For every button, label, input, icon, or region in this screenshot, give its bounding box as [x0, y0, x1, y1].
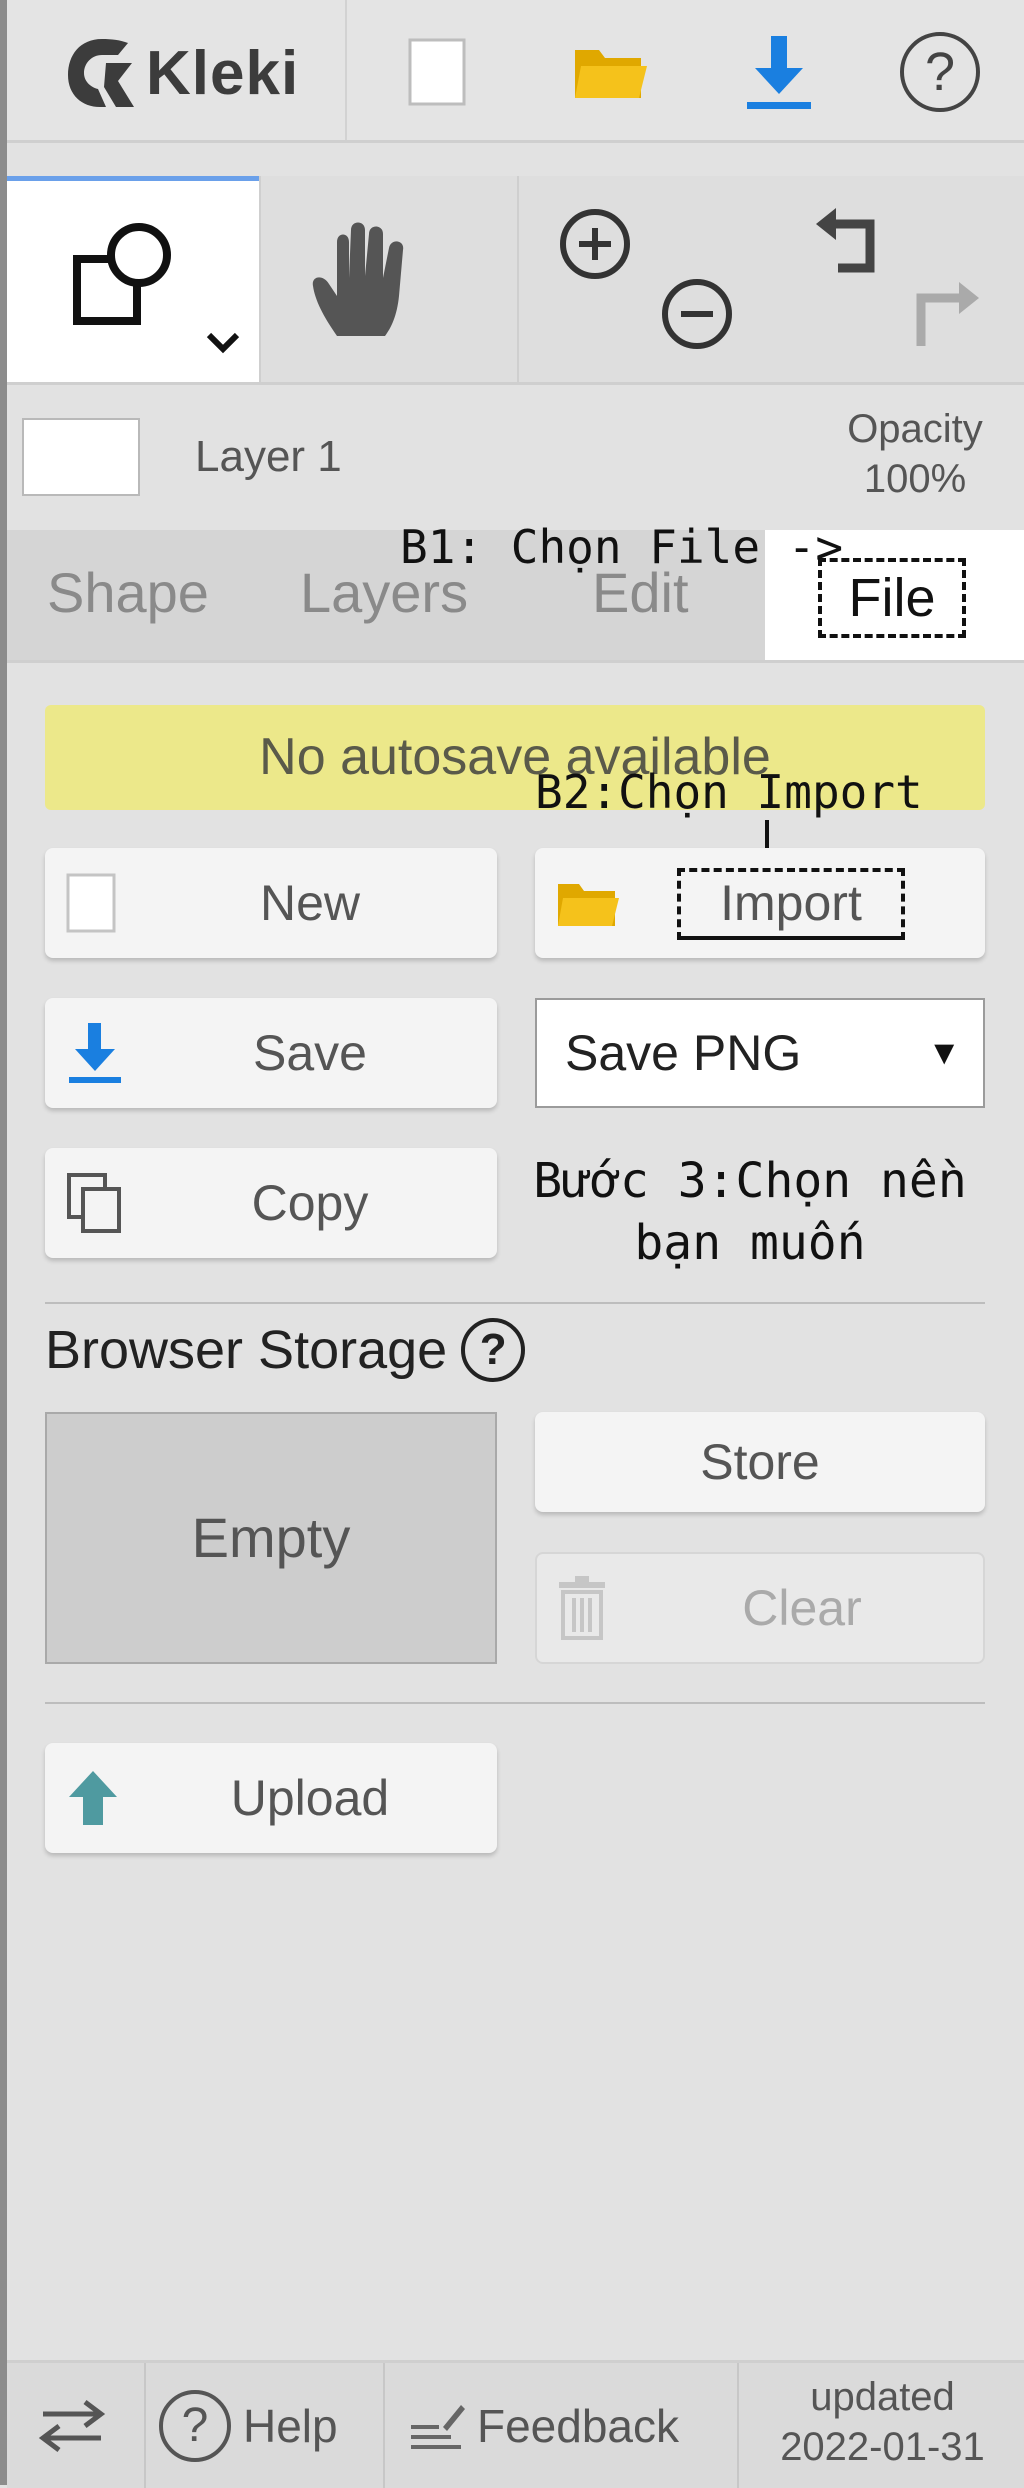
annotation-step-3-line-2: bạn muốn: [634, 1215, 866, 1271]
redo-icon: [916, 282, 979, 346]
new-file-icon[interactable]: [387, 22, 487, 122]
dropdown-arrow-icon: ▼: [927, 1034, 961, 1072]
clear-button[interactable]: Clear: [535, 1552, 985, 1664]
redo-button[interactable]: [907, 276, 983, 357]
layer-opacity[interactable]: Opacity 100%: [820, 404, 1010, 504]
undo-button[interactable]: [812, 206, 888, 287]
download-icon[interactable]: [729, 22, 829, 122]
zoom-in-icon: [560, 209, 630, 279]
app-name: Kleki: [146, 38, 300, 108]
upload-button-label: Upload: [230, 1770, 390, 1826]
opacity-value: 100%: [863, 457, 967, 501]
tab-shape[interactable]: Shape: [47, 560, 209, 625]
store-button[interactable]: Store: [535, 1412, 985, 1512]
chevron-down-icon[interactable]: [205, 331, 241, 355]
storage-preview: Empty: [45, 1412, 497, 1664]
opacity-label: Opacity: [847, 407, 983, 451]
swap-arrows-icon[interactable]: [37, 2363, 107, 2488]
save-button[interactable]: Save: [45, 998, 497, 1108]
save-format-value: Save PNG: [565, 1025, 802, 1081]
browser-storage-heading: Browser Storage ?: [45, 1318, 526, 1382]
annotation-step-1: B1: Chọn File ->: [400, 520, 844, 574]
folder-icon[interactable]: [560, 22, 660, 122]
zoom-in-button[interactable]: [557, 206, 633, 287]
layer-name[interactable]: Layer 1: [195, 432, 342, 482]
clear-button-label: Clear: [742, 1580, 862, 1636]
folder-icon: [555, 848, 621, 958]
shape-tool-icon: [73, 223, 171, 325]
top-toolbar: Kleki ?: [7, 0, 1024, 143]
upload-button[interactable]: Upload: [45, 1743, 497, 1853]
window-left-border: [0, 0, 7, 2485]
browser-storage-title: Browser Storage: [45, 1320, 448, 1380]
shape-tool-button[interactable]: [7, 176, 259, 382]
copy-button-label: Copy: [251, 1175, 369, 1231]
store-button-label: Store: [700, 1434, 820, 1490]
app-logo[interactable]: Kleki: [62, 28, 299, 118]
import-button-label: Import: [720, 875, 862, 931]
feedback-label: Feedback: [477, 2399, 680, 2452]
zoom-out-icon: [662, 279, 732, 349]
new-button-label: New: [259, 875, 361, 931]
divider: [45, 1302, 985, 1304]
undo-icon: [816, 208, 875, 273]
hand-tool-icon: [312, 222, 404, 336]
save-button-label: Save: [253, 1025, 367, 1081]
help-link[interactable]: ? Help: [159, 2363, 338, 2488]
help-label: Help: [243, 2399, 338, 2452]
upload-arrow-icon: [65, 1743, 121, 1853]
annotation-step-3: Bước 3:Chọn nền bạn muốn: [525, 1150, 975, 1274]
new-file-icon: [65, 848, 117, 958]
updated-date: 2022-01-31: [780, 2425, 985, 2469]
kleki-logo-icon: [68, 39, 134, 107]
annotation-step-3-line-1: Bước 3:Chọn nền: [533, 1153, 967, 1209]
new-button[interactable]: New: [45, 848, 497, 958]
layer-thumbnail[interactable]: [22, 418, 140, 496]
hand-tool-button[interactable]: [307, 216, 427, 351]
feedback-pencil-icon: [411, 2404, 465, 2449]
download-icon: [65, 998, 125, 1108]
help-icon: ?: [159, 2389, 231, 2462]
help-icon[interactable]: ?: [890, 22, 990, 122]
copy-icon: [65, 1148, 125, 1258]
tool-row: [7, 176, 1024, 385]
updated-info: updated 2022-01-31: [750, 2372, 1015, 2472]
divider: [45, 1702, 985, 1704]
import-button[interactable]: Import: [535, 848, 985, 958]
updated-label: updated: [810, 2375, 955, 2419]
annotation-step-2: B2:Chọn Import: [535, 765, 923, 819]
feedback-link[interactable]: Feedback: [409, 2363, 679, 2488]
save-format-select[interactable]: Save PNG ▼: [535, 998, 985, 1108]
storage-help-icon[interactable]: ?: [461, 1318, 526, 1382]
zoom-out-button[interactable]: [659, 276, 735, 357]
copy-button[interactable]: Copy: [45, 1148, 497, 1258]
trash-icon: [557, 1554, 607, 1662]
